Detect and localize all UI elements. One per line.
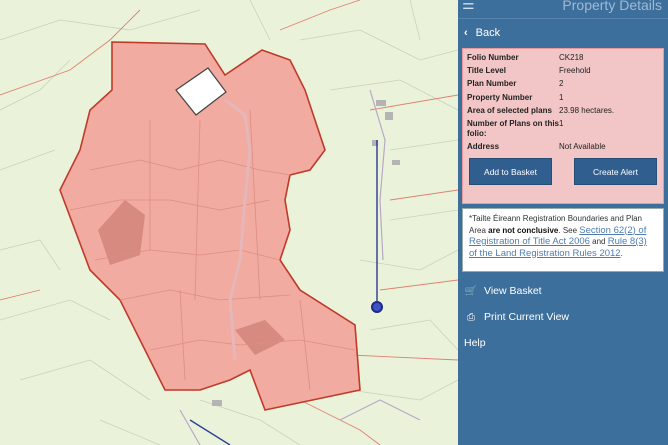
panel-title: Property Details <box>562 0 662 13</box>
detail-value: Not Available <box>559 142 606 152</box>
chevron-left-icon: ‹ <box>464 26 468 39</box>
print-view-label: Print Current View <box>484 311 570 323</box>
detail-value: CK218 <box>559 53 584 62</box>
map-view[interactable] <box>0 0 458 445</box>
note-emphasis: are not conclusive <box>488 225 559 235</box>
back-button[interactable]: ‹ Back <box>458 18 668 46</box>
detail-value: Freehold <box>559 66 591 76</box>
print-view-button[interactable]: ⎙ Print Current View <box>458 304 668 330</box>
add-to-basket-button[interactable]: Add to Basket <box>469 158 552 186</box>
location-pin-icon[interactable] <box>371 301 383 313</box>
detail-label: Title Level <box>467 66 506 76</box>
panel-header: ☰ Property Details <box>458 0 668 18</box>
menu-icon[interactable]: ☰ <box>462 0 475 13</box>
detail-label: Address <box>467 142 500 152</box>
detail-label: Plan Number <box>467 79 517 89</box>
cart-icon: 🛒 <box>464 285 478 297</box>
map-canvas[interactable] <box>0 0 458 445</box>
back-label: Back <box>475 26 501 39</box>
detail-label: Number of Plans on this folio: <box>467 118 560 138</box>
detail-value: 2 <box>559 79 564 89</box>
help-button[interactable]: Help <box>458 330 668 356</box>
detail-value: 23.98 hectares. <box>559 105 615 115</box>
detail-row: Address Not Available <box>467 142 659 152</box>
detail-label: Area of selected plans <box>467 105 552 115</box>
detail-row: Number of Plans on this folio: 1 <box>467 119 659 139</box>
printer-icon: ⎙ <box>467 311 475 323</box>
create-alert-button[interactable]: Create Alert <box>574 158 657 186</box>
detail-label: Property Number <box>467 92 533 102</box>
disclaimer-note: *Tailte Éireann Registration Boundaries … <box>462 208 664 272</box>
detail-value: 1 <box>559 92 564 102</box>
note-mid2: and <box>589 237 608 246</box>
detail-row: Title Level Freehold <box>467 66 659 76</box>
property-details-box: Folio Number CK218 Title Level Freehold … <box>462 48 664 204</box>
detail-row: Plan Number 2 <box>467 79 659 89</box>
note-suffix: . <box>620 248 623 258</box>
detail-row: Area of selected plans 23.98 hectares. <box>467 106 659 116</box>
detail-label: Folio Number <box>467 53 519 62</box>
detail-value: 1 <box>559 118 564 128</box>
side-panel: ☰ Property Details ‹ Back Folio Number C… <box>458 0 668 445</box>
detail-row: Folio Number CK218 <box>467 53 659 63</box>
note-mid1: . See <box>558 225 580 235</box>
detail-row: Property Number 1 <box>467 93 659 103</box>
view-basket-button[interactable]: 🛒 View Basket <box>458 278 668 304</box>
view-basket-label: View Basket <box>484 285 542 297</box>
help-label: Help <box>464 337 486 349</box>
action-buttons: Add to Basket Create Alert <box>467 158 659 186</box>
